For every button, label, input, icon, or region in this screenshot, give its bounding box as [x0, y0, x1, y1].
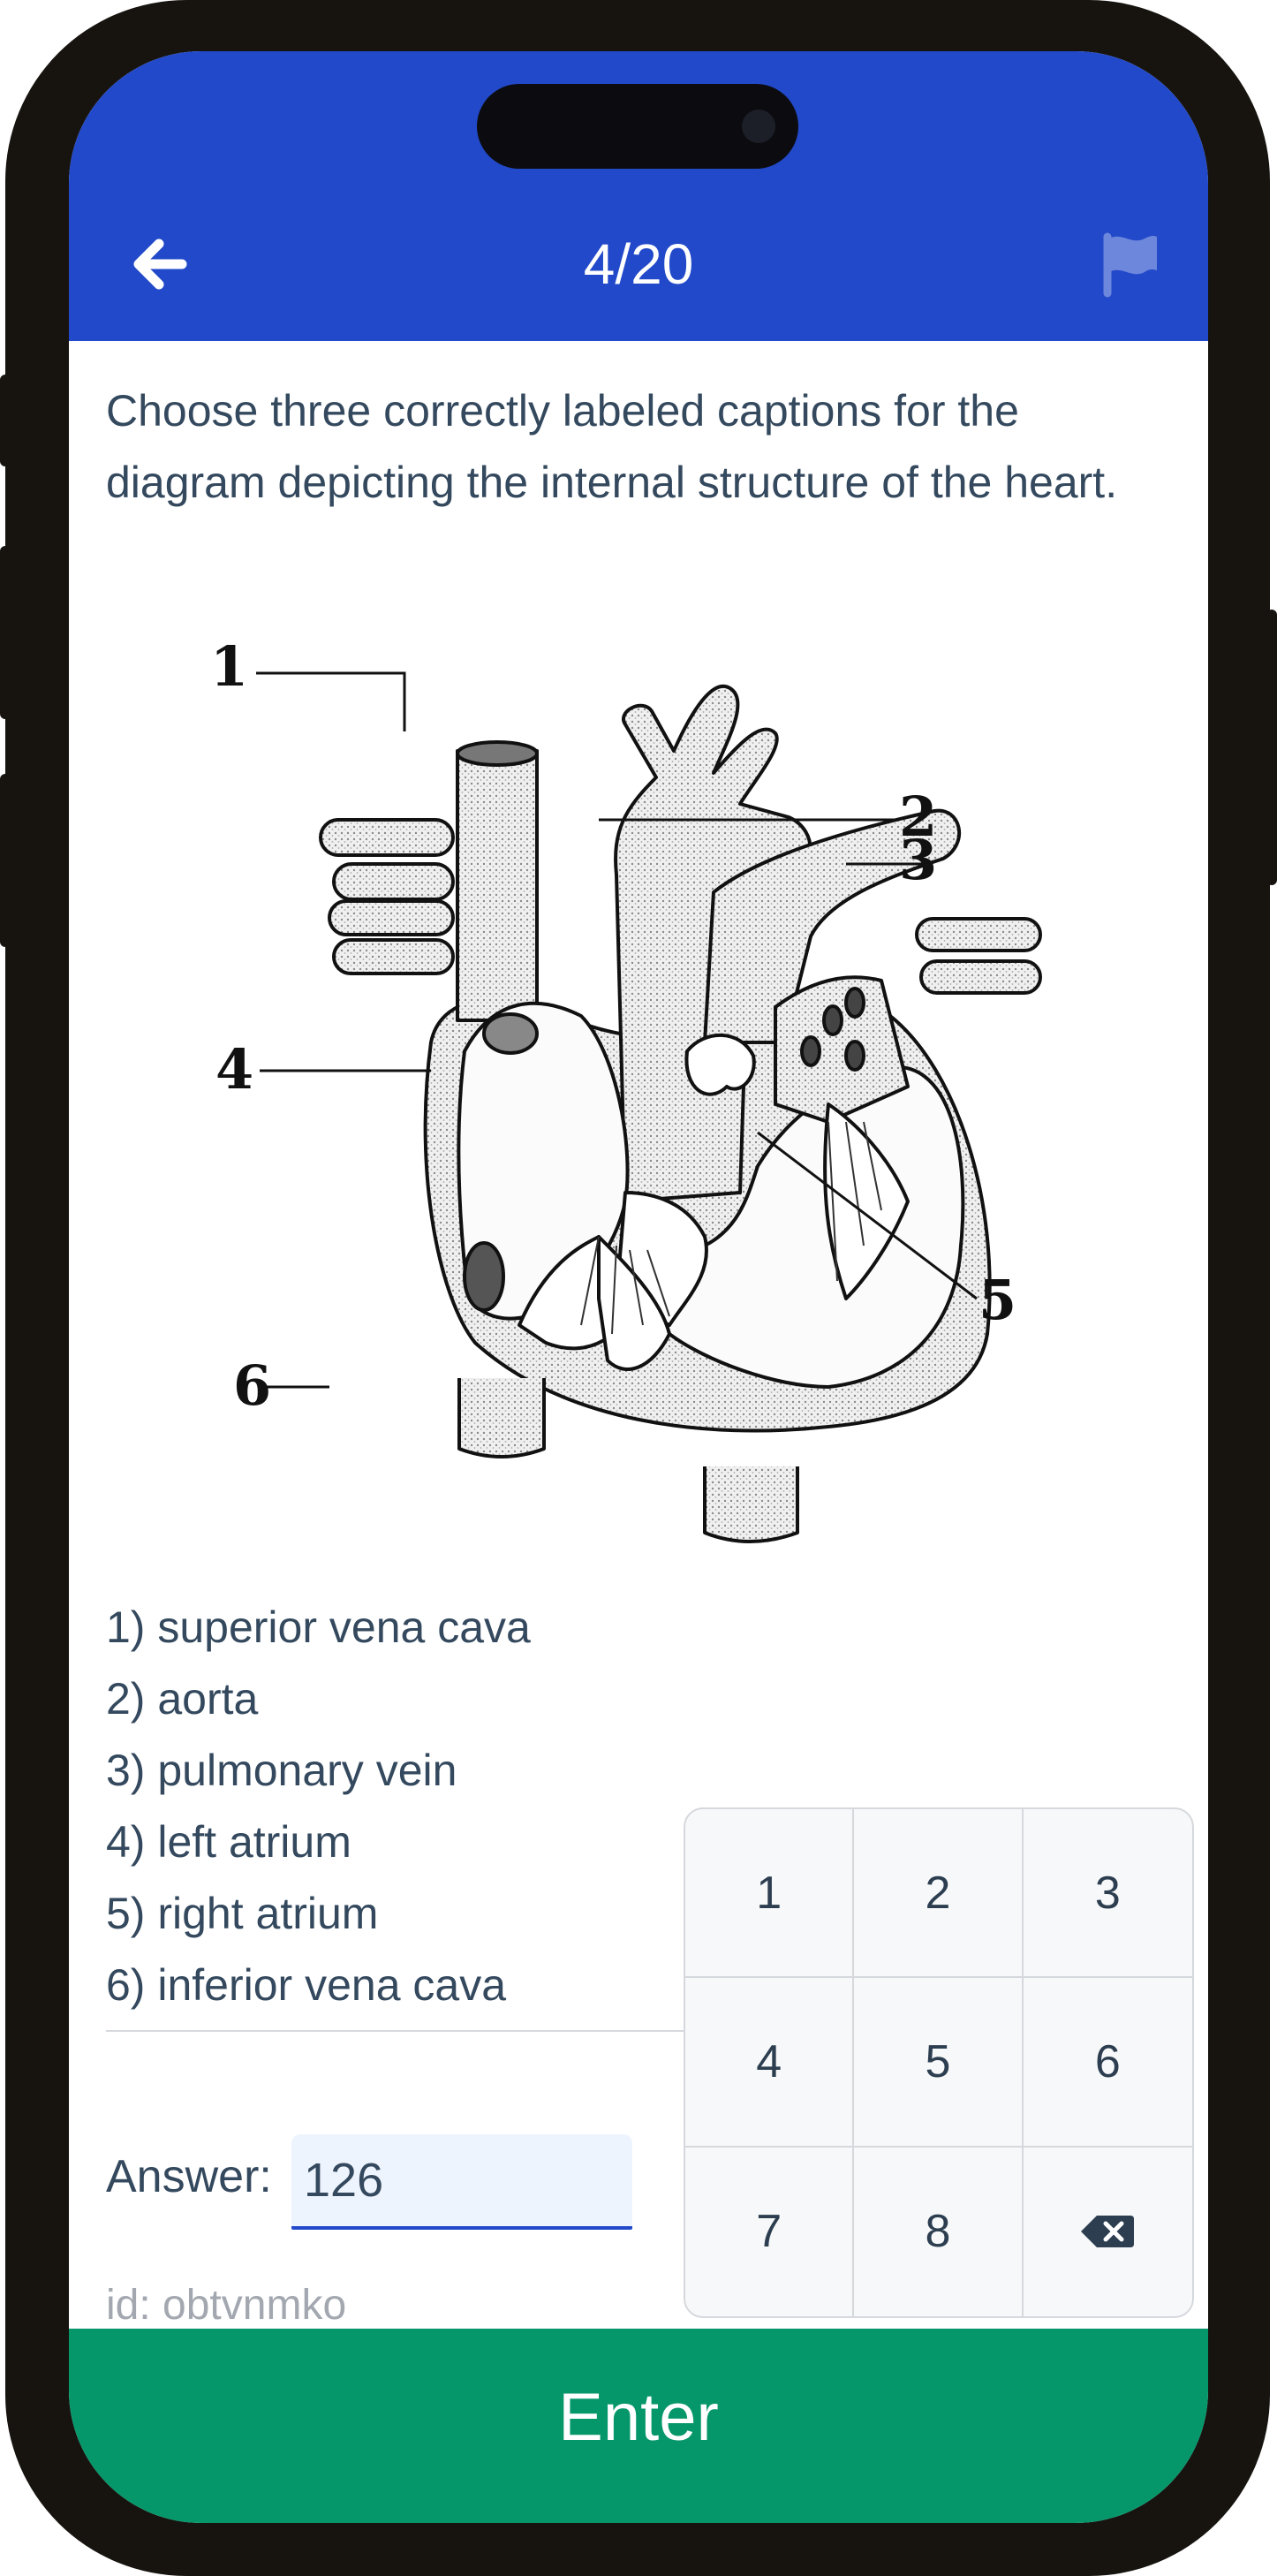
- answer-label: Answer:: [106, 2151, 272, 2202]
- question-counter: 4/20: [583, 232, 694, 296]
- side-button-power: [1266, 610, 1277, 885]
- diagram-label-4: 4: [215, 1037, 253, 1102]
- flag-button[interactable]: [1090, 224, 1169, 304]
- answer-input[interactable]: [291, 2134, 632, 2230]
- key-2[interactable]: 2: [854, 1809, 1024, 1979]
- option-item: 2) aorta: [106, 1674, 259, 1724]
- key-4[interactable]: 4: [685, 1978, 855, 2148]
- app-screen: 4/20 Choose three correctly labeled capt…: [69, 51, 1208, 2523]
- divider: [106, 2030, 689, 2032]
- diagram-label-1: 1: [210, 634, 248, 699]
- backspace-icon: [1081, 2216, 1135, 2248]
- key-8[interactable]: 8: [854, 2147, 1024, 2316]
- key-3[interactable]: 3: [1023, 1809, 1192, 1979]
- backspace-key[interactable]: [1024, 2148, 1192, 2316]
- diagram-label-5: 5: [979, 1268, 1016, 1332]
- option-item: 5) right atrium: [106, 1889, 379, 1938]
- key-5[interactable]: 5: [854, 1978, 1024, 2148]
- heart-diagram: 1 2 3 4 5 6: [210, 634, 1042, 1543]
- key-6[interactable]: 6: [1023, 1978, 1192, 2148]
- side-button-volume-up: [0, 546, 11, 719]
- side-button-silent: [0, 375, 11, 466]
- flag-icon: [1103, 232, 1157, 298]
- key-1[interactable]: 1: [685, 1809, 855, 1979]
- option-item: 6) inferior vena cava: [106, 1960, 507, 2010]
- numeric-keypad: 1 2 3 4 5 6 7 8: [684, 1807, 1194, 2318]
- key-7[interactable]: 7: [685, 2147, 855, 2316]
- header-bar: 4/20: [69, 51, 1208, 341]
- diagram-label-3: 3: [899, 828, 937, 892]
- diagram-label-6: 6: [233, 1353, 271, 1418]
- option-item: 1) superior vena cava: [106, 1602, 531, 1652]
- enter-button[interactable]: Enter: [69, 2329, 1208, 2523]
- option-item: 3) pulmonary vein: [106, 1746, 457, 1795]
- side-button-volume-down: [0, 774, 11, 947]
- answer-options: 1) superior vena cava 2) aorta 3) pulmon…: [106, 1592, 707, 2021]
- dynamic-island: [477, 84, 798, 169]
- question-text: Choose three correctly labeled captions …: [106, 386, 1118, 507]
- camera-icon: [742, 110, 775, 143]
- option-item: 4) left atrium: [106, 1817, 351, 1867]
